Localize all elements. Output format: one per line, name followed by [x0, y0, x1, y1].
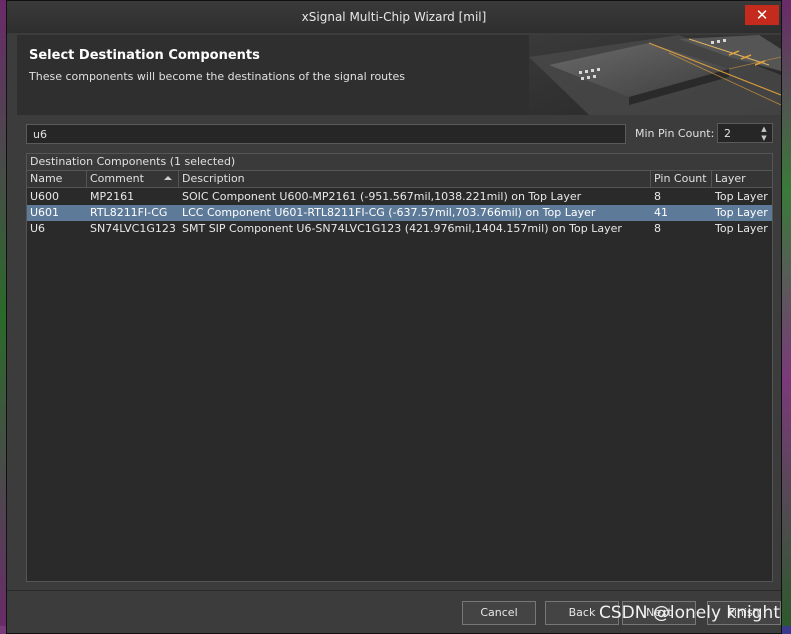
close-icon: ✕	[755, 6, 769, 24]
cell-comment: SN74LVC1G123	[90, 222, 176, 235]
min-pin-count-spinner[interactable]: 2 ▲ ▼	[717, 123, 773, 143]
cell-name: U601	[30, 206, 60, 219]
table-row[interactable]: U6 SN74LVC1G123 SMT SIP Component U6-SN7…	[27, 221, 772, 237]
cell-description: SOIC Component U600-MP2161 (-951.567mil,…	[182, 190, 582, 203]
search-input[interactable]	[26, 124, 626, 144]
sort-ascending-icon	[164, 176, 172, 180]
spin-down-icon[interactable]: ▼	[760, 134, 768, 142]
page-subtitle: These components will become the destina…	[29, 70, 405, 83]
table-caption: Destination Components (1 selected)	[27, 154, 772, 171]
close-button[interactable]: ✕	[745, 5, 779, 25]
spin-up-icon[interactable]: ▲	[760, 125, 768, 133]
cell-comment: MP2161	[90, 190, 135, 203]
cell-comment: RTL8211FI-CG	[90, 206, 168, 219]
cell-description: LCC Component U601-RTL8211FI-CG (-637.57…	[182, 206, 596, 219]
cell-name: U600	[30, 190, 60, 203]
page-title: Select Destination Components	[29, 48, 260, 63]
wizard-dialog: xSignal Multi-Chip Wizard [mil] ✕ Select…	[6, 0, 782, 634]
column-header-layer[interactable]: Layer	[712, 171, 772, 187]
header-chip-illustration	[529, 35, 781, 115]
watermark-text: CSDN @lonely knight	[599, 603, 780, 623]
table-row-selected[interactable]: U601 RTL8211FI-CG LCC Component U601-RTL…	[27, 205, 772, 221]
min-pin-count-label: Min Pin Count:	[635, 127, 715, 140]
destination-components-table[interactable]: Destination Components (1 selected) Name…	[26, 153, 773, 582]
cell-layer: Top Layer	[715, 222, 768, 235]
table-header: Name Comment Description Pin Count Layer	[27, 171, 772, 188]
column-header-comment-label: Comment	[90, 172, 144, 185]
cell-pin-count: 8	[654, 190, 661, 203]
column-header-description[interactable]: Description	[179, 171, 651, 187]
cell-name: U6	[30, 222, 46, 235]
column-header-name[interactable]: Name	[27, 171, 87, 187]
cancel-button[interactable]: Cancel	[462, 601, 536, 625]
table-row[interactable]: U600 MP2161 SOIC Component U600-MP2161 (…	[27, 189, 772, 205]
cell-pin-count: 8	[654, 222, 661, 235]
column-header-comment[interactable]: Comment	[87, 171, 179, 187]
cell-pin-count: 41	[654, 206, 668, 219]
min-pin-count-value: 2	[724, 127, 731, 140]
cell-description: SMT SIP Component U6-SN74LVC1G123 (421.9…	[182, 222, 622, 235]
wizard-header: Select Destination Components These comp…	[17, 35, 781, 115]
cell-layer: Top Layer	[715, 190, 768, 203]
cell-layer: Top Layer	[715, 206, 768, 219]
window-title: xSignal Multi-Chip Wizard [mil]	[301, 10, 487, 24]
column-header-pin-count[interactable]: Pin Count	[651, 171, 712, 187]
title-bar[interactable]: xSignal Multi-Chip Wizard [mil] ✕	[7, 1, 781, 33]
